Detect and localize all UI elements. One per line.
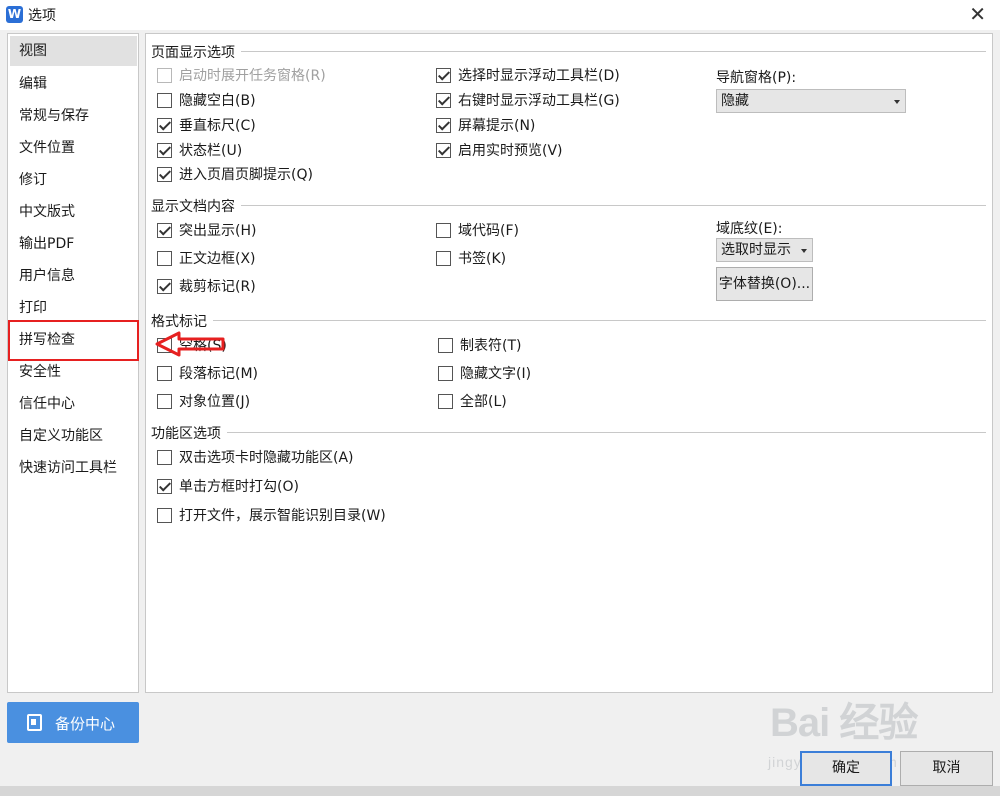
checkbox-box[interactable] [157,223,172,238]
title-bar: W 选项 ✕ [0,0,1000,30]
field-shading-label: 域底纹(E): [716,221,783,237]
checkbox-box[interactable] [436,251,451,266]
section-divider [224,432,986,433]
section-title-ribbon: 功能区选项 [151,423,227,443]
checkbox-label: 启动时展开任务窗格(R) [179,68,326,84]
backup-icon [27,714,42,731]
section-title-format-marks: 格式标记 [151,311,213,331]
checkbox-box[interactable] [157,251,172,266]
checkbox-label: 全部(L) [460,394,507,410]
section-divider [238,205,986,206]
backup-center-label: 备份中心 [55,715,116,733]
checkbox-label: 突出显示(H) [179,223,257,239]
checkbox-box[interactable] [436,118,451,133]
options-sidebar: 视图 编辑 常规与保存 文件位置 修订 中文版式 输出PDF 用户信息 打印 拼… [7,33,139,693]
checkbox-box[interactable] [436,93,451,108]
options-content-panel: 页面显示选项 启动时展开任务窗格(R) 隐藏空白(B) 垂直标尺(C) 状态栏(… [145,33,993,693]
checkbox-label: 屏幕提示(N) [458,118,536,134]
checkbox-box[interactable] [438,394,453,409]
checkbox-label: 域代码(F) [458,223,519,239]
sidebar-item-file-locations[interactable]: 文件位置 [10,133,137,163]
sidebar-item-print[interactable]: 打印 [10,293,137,323]
checkbox-label: 进入页眉页脚提示(Q) [179,167,313,183]
checkbox-box[interactable] [157,167,172,182]
sidebar-item-view[interactable]: 视图 [10,36,137,66]
checkbox-label: 单击方框时打勾(O) [179,479,299,495]
field-shading-select-value: 选取时显示 [721,242,791,258]
checkbox-label: 段落标记(M) [179,366,259,382]
checkbox-box[interactable] [436,68,451,83]
annotation-arrow-icon [155,331,225,357]
checkbox-label: 启用实时预览(V) [458,143,563,159]
section-divider [238,51,986,52]
watermark-brand-text: Bai 经验 [770,701,918,745]
chevron-down-icon [894,100,900,104]
checkbox-label: 书签(K) [458,251,507,267]
sidebar-item-spell-check[interactable]: 拼写检查 [8,320,139,361]
wps-app-icon: W [6,6,23,23]
checkbox-box[interactable] [438,338,453,353]
sidebar-item-trust-center[interactable]: 信任中心 [10,389,137,419]
spell-check-highlight-box: 拼写检查 [8,320,139,361]
checkbox-label: 垂直标尺(C) [179,118,256,134]
checkbox-box[interactable] [157,143,172,158]
sidebar-item-chinese-layout[interactable]: 中文版式 [10,197,137,227]
checkbox-box[interactable] [157,479,172,494]
sidebar-item-general-save[interactable]: 常规与保存 [10,101,137,131]
checkbox-label: 状态栏(U) [179,143,243,159]
checkbox-label: 正文边框(X) [179,251,256,267]
checkbox-box[interactable] [157,279,172,294]
sidebar-item-quick-access-toolbar[interactable]: 快速访问工具栏 [10,453,137,483]
checkbox-box[interactable] [157,93,172,108]
checkbox-box[interactable] [157,394,172,409]
checkbox-box[interactable] [157,68,172,83]
section-title-page-display: 页面显示选项 [151,42,241,62]
chevron-down-icon [801,249,807,253]
ok-button[interactable]: 确定 [800,751,892,786]
sidebar-item-track-changes[interactable]: 修订 [10,165,137,195]
background-status-bar [0,786,1000,796]
sidebar-item-export-pdf[interactable]: 输出PDF [10,229,137,259]
checkbox-label: 制表符(T) [460,338,522,354]
checkbox-label: 对象位置(J) [179,394,251,410]
checkbox-label: 隐藏空白(B) [179,93,256,109]
section-divider [210,320,986,321]
nav-pane-select[interactable]: 隐藏 [716,89,906,113]
checkbox-box[interactable] [157,450,172,465]
section-title-doc-content: 显示文档内容 [151,196,241,216]
nav-pane-select-value: 隐藏 [721,93,749,109]
checkbox-label: 选择时显示浮动工具栏(D) [458,68,620,84]
sidebar-item-customize-ribbon[interactable]: 自定义功能区 [10,421,137,451]
window-title: 选项 [28,8,56,24]
field-shading-select[interactable]: 选取时显示 [716,238,813,262]
font-substitution-button[interactable]: 字体替换(O)... [716,267,813,301]
close-icon[interactable]: ✕ [969,3,986,25]
checkbox-box[interactable] [438,366,453,381]
checkbox-label: 裁剪标记(R) [179,279,256,295]
checkbox-box[interactable] [157,366,172,381]
checkbox-box[interactable] [157,118,172,133]
cancel-button[interactable]: 取消 [900,751,993,786]
checkbox-label: 隐藏文字(I) [460,366,532,382]
backup-center-button[interactable]: 备份中心 [7,702,139,743]
checkbox-label: 右键时显示浮动工具栏(G) [458,93,620,109]
checkbox-box[interactable] [436,223,451,238]
sidebar-item-security[interactable]: 安全性 [10,357,137,387]
checkbox-box[interactable] [436,143,451,158]
nav-pane-label: 导航窗格(P): [716,70,797,86]
checkbox-label: 双击选项卡时隐藏功能区(A) [179,450,354,466]
checkbox-label: 打开文件，展示智能识别目录(W) [179,508,386,524]
sidebar-item-edit[interactable]: 编辑 [10,69,137,99]
checkbox-box[interactable] [157,508,172,523]
sidebar-item-user-info[interactable]: 用户信息 [10,261,137,291]
